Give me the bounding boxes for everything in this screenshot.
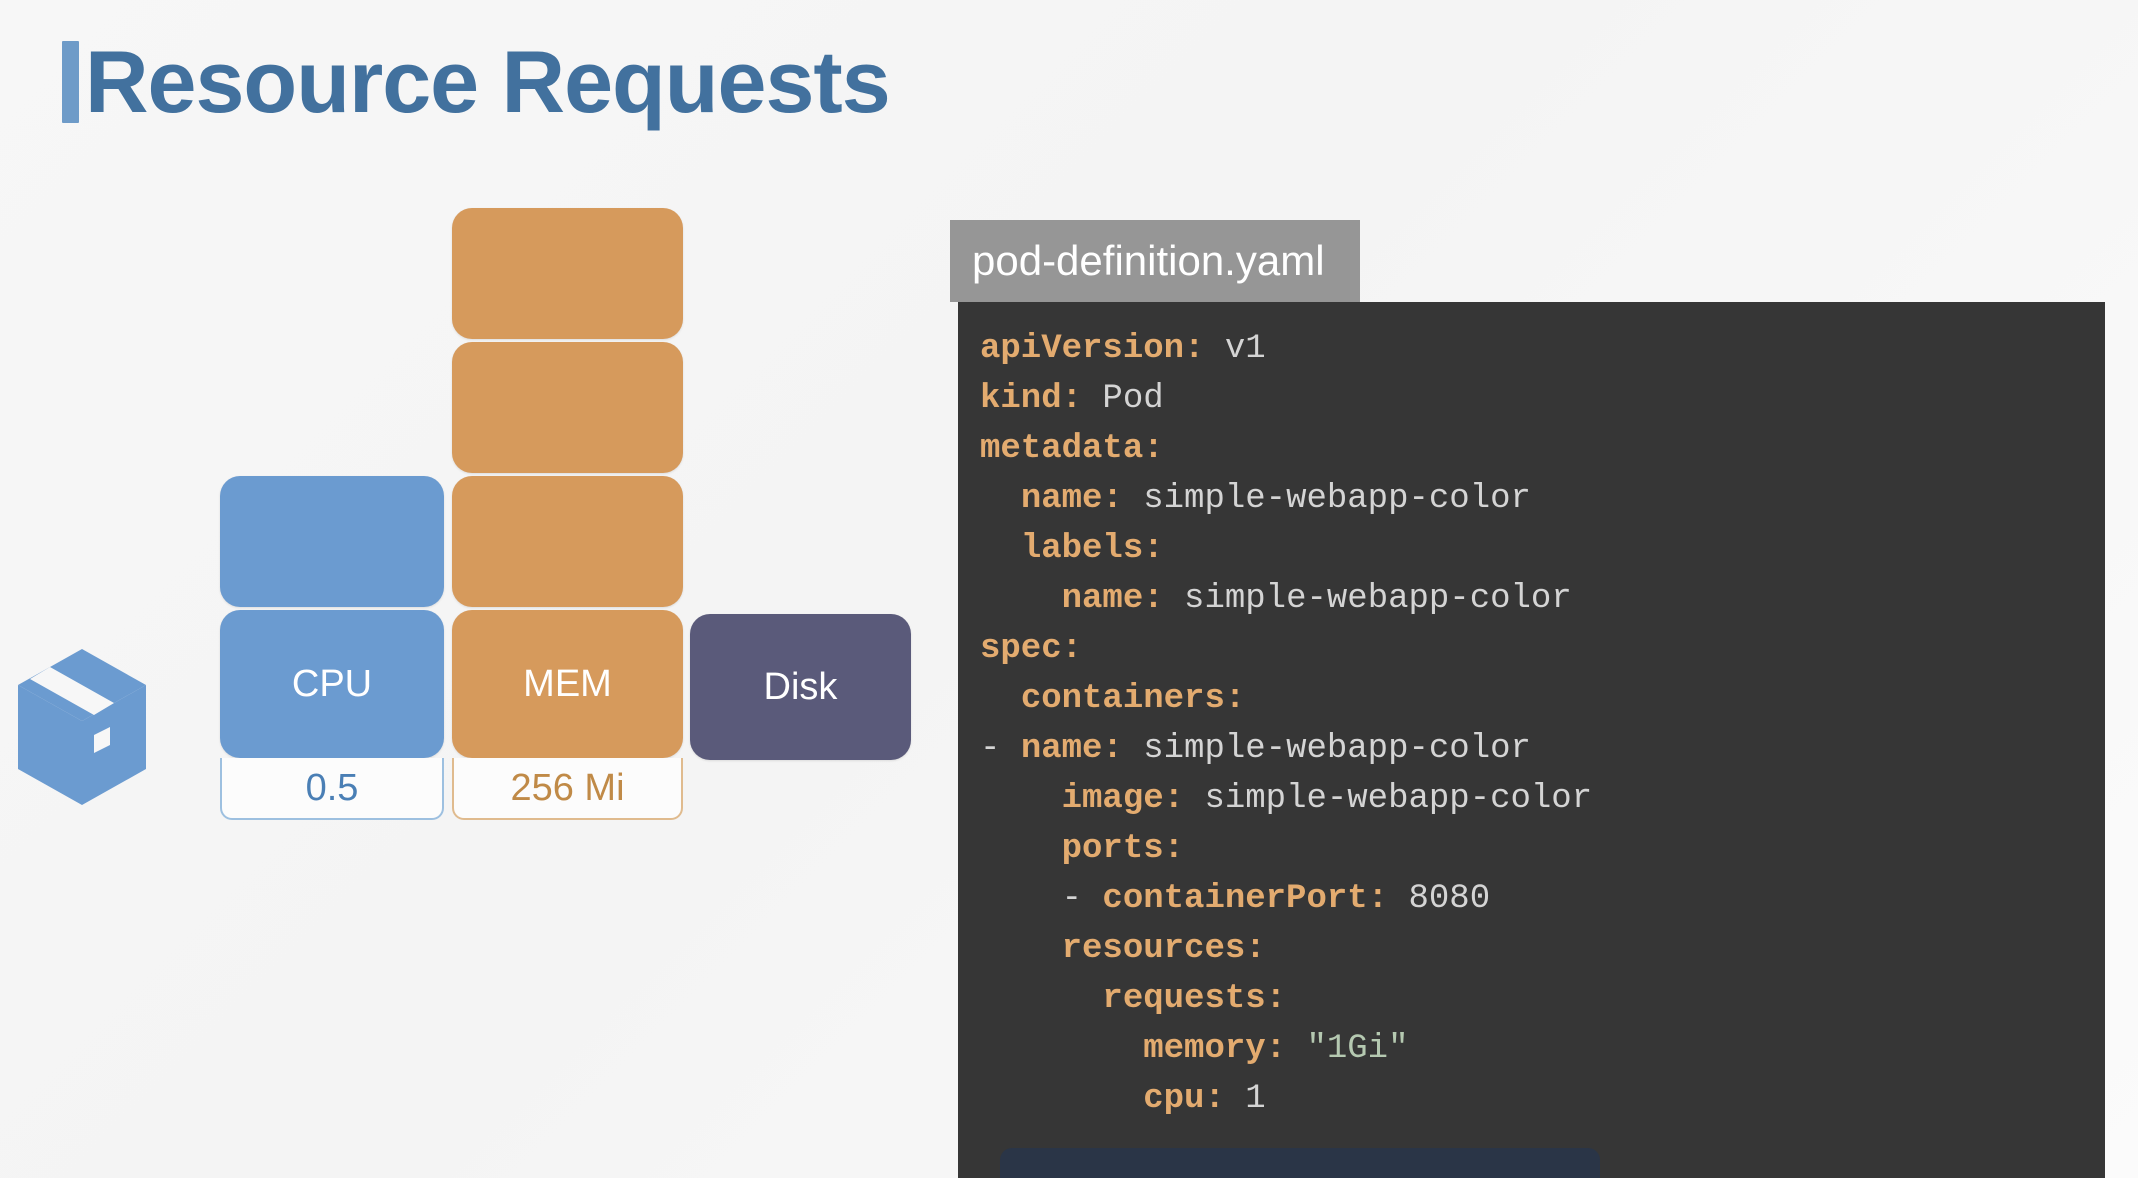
code-line: ports: — [980, 824, 2105, 874]
mem-value-box: 256 Mi — [452, 758, 683, 820]
disk-label: Disk — [763, 665, 838, 708]
yaml-key: kind: — [980, 380, 1083, 418]
disk-label-block: Disk — [690, 614, 911, 760]
yaml-value: simple-webapp-color — [1122, 480, 1531, 518]
code-line: metadata: — [980, 424, 2105, 474]
yaml-key: resources: — [1061, 930, 1266, 968]
code-line: memory: "1Gi" — [980, 1024, 2105, 1074]
resource-column-cpu: CPU 0.5 — [220, 476, 444, 820]
yaml-key: spec: — [980, 630, 1083, 668]
cpu-label-block: CPU — [220, 610, 444, 758]
yaml-value: simple-webapp-color — [1184, 780, 1593, 818]
code-line: cpu: 1 — [980, 1074, 2105, 1124]
code-line: spec: — [980, 624, 2105, 674]
yaml-value: v1 — [1204, 330, 1266, 368]
yaml-key: cpu: — [1143, 1080, 1225, 1118]
code-file-tab-label: pod-definition.yaml — [972, 237, 1325, 284]
code-line: apiVersion: v1 — [980, 324, 2105, 374]
yaml-key: containerPort: — [1102, 880, 1389, 918]
code-line: name: simple-webapp-color — [980, 474, 2105, 524]
yaml-key: ports: — [1061, 830, 1185, 868]
mem-value: 256 Mi — [510, 766, 625, 809]
yaml-key: image: — [1061, 780, 1185, 818]
mem-block-unit — [452, 208, 683, 339]
yaml-key: labels: — [1020, 530, 1164, 568]
bottom-accent-bar — [1000, 1148, 1600, 1178]
yaml-value: 8080 — [1388, 880, 1491, 918]
code-line: name: simple-webapp-color — [980, 574, 2105, 624]
yaml-key: name: — [1020, 730, 1123, 768]
code-line: requests: — [980, 974, 2105, 1024]
yaml-key: containers: — [1020, 680, 1246, 718]
yaml-key: apiVersion: — [980, 330, 1205, 368]
yaml-value: simple-webapp-color — [1163, 580, 1572, 618]
code-line: labels: — [980, 524, 2105, 574]
resource-column-mem: MEM 256 Mi — [452, 208, 683, 820]
code-line: image: simple-webapp-color — [980, 774, 2105, 824]
package-box-icon — [18, 649, 146, 805]
code-line: - containerPort: 8080 — [980, 880, 1491, 918]
cpu-block-unit — [220, 476, 444, 607]
resource-column-disk: Disk — [690, 614, 911, 760]
code-line: resources: — [980, 924, 2105, 974]
page-title: Resource Requests — [85, 32, 891, 131]
code-file-tab[interactable]: pod-definition.yaml — [950, 220, 1360, 302]
title-accent-bar — [62, 41, 79, 123]
page-title-row: Resource Requests — [62, 30, 891, 134]
slide-canvas: Resource Requests CPU 0.5 MEM 256 Mi Dis… — [0, 0, 2138, 1178]
mem-label-block: MEM — [452, 610, 683, 758]
yaml-value: 1 — [1224, 1080, 1266, 1118]
mem-block-unit — [452, 342, 683, 473]
code-line: - name: simple-webapp-color — [980, 730, 1531, 768]
yaml-value: simple-webapp-color — [1122, 730, 1531, 768]
yaml-key: memory: — [1143, 1030, 1287, 1068]
cpu-label: CPU — [291, 662, 373, 705]
code-line: kind: Pod — [980, 374, 2105, 424]
yaml-value: Pod — [1082, 380, 1164, 418]
cpu-value: 0.5 — [305, 766, 359, 809]
yaml-key: name: — [1061, 580, 1164, 618]
mem-label: MEM — [523, 662, 612, 705]
yaml-code-block: apiVersion: v1 kind: Pod metadata: name: s… — [980, 324, 2105, 1124]
code-line: containers: — [980, 674, 2105, 724]
code-panel: apiVersion: v1 kind: Pod metadata: name: s… — [958, 302, 2105, 1178]
mem-block-unit — [452, 476, 683, 607]
yaml-value: "1Gi" — [1286, 1030, 1409, 1068]
yaml-key: requests: — [1102, 980, 1287, 1018]
yaml-key: metadata: — [980, 430, 1164, 468]
yaml-key: name: — [1020, 480, 1123, 518]
resource-diagram: CPU 0.5 MEM 256 Mi Disk — [0, 208, 950, 910]
cpu-value-box: 0.5 — [220, 758, 444, 820]
